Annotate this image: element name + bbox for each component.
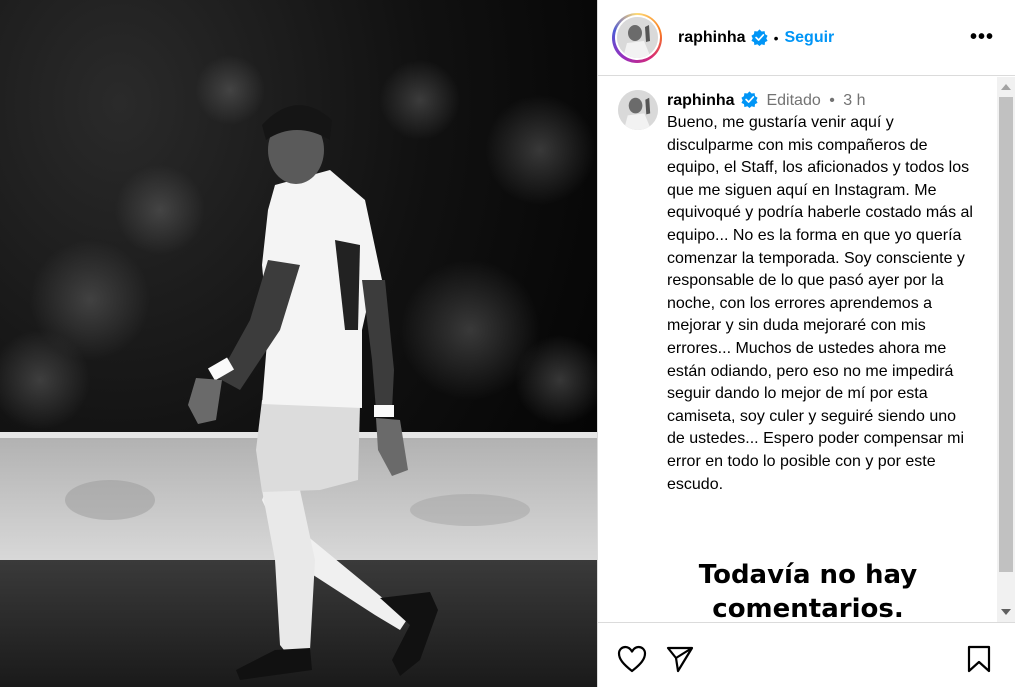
scrollbar[interactable] xyxy=(997,77,1015,622)
edited-label: Editado xyxy=(766,92,821,109)
football-player-photo xyxy=(0,55,597,687)
post-time[interactable]: 3 h xyxy=(843,92,865,109)
post-header: raphinha • Seguir ••• xyxy=(598,0,1015,76)
avatar-image xyxy=(616,17,658,58)
follow-button[interactable]: Seguir xyxy=(784,29,834,47)
caption: raphinha Editado • 3 h Bueno, me gustarí… xyxy=(618,90,977,496)
header-separator: • xyxy=(773,29,779,46)
post-actions xyxy=(598,622,1015,687)
caption-avatar[interactable] xyxy=(618,90,658,130)
share-icon[interactable] xyxy=(666,645,694,673)
avatar[interactable] xyxy=(616,17,658,58)
avatar-image xyxy=(618,90,658,130)
scroll-up-icon[interactable] xyxy=(1001,84,1011,90)
post-side-panel: raphinha • Seguir ••• raphinha Editado •… xyxy=(597,0,1015,687)
no-comments-message: Todavía no hay comentarios. xyxy=(698,560,918,622)
author-username[interactable]: raphinha xyxy=(678,29,746,47)
scroll-down-icon[interactable] xyxy=(1001,609,1011,615)
verified-badge-icon xyxy=(741,91,758,108)
caption-header: raphinha Editado • 3 h xyxy=(667,90,977,112)
post-modal: raphinha • Seguir ••• raphinha Editado •… xyxy=(0,0,1015,687)
bookmark-icon[interactable] xyxy=(966,645,992,673)
heart-icon[interactable] xyxy=(617,645,647,673)
scrollbar-thumb[interactable] xyxy=(999,97,1013,572)
caption-username[interactable]: raphinha xyxy=(667,92,735,109)
verified-badge-icon xyxy=(750,29,768,46)
more-options-icon[interactable]: ••• xyxy=(970,26,994,49)
meta-separator: • xyxy=(829,92,835,109)
story-ring[interactable] xyxy=(612,12,662,63)
post-photo[interactable] xyxy=(0,0,597,687)
caption-text: Bueno, me gustaría venir aquí y disculpa… xyxy=(667,114,978,493)
comments-scroll-area[interactable]: raphinha Editado • 3 h Bueno, me gustarí… xyxy=(598,77,1015,622)
